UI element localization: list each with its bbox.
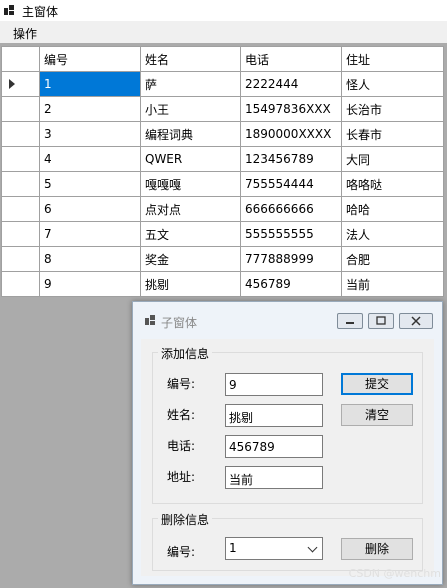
grid-cell-name[interactable]: 挑剔 [140, 271, 241, 297]
maximize-icon [376, 316, 386, 325]
grid-header-row: 编号 姓名 电话 住址 [1, 46, 444, 72]
grid-cell-id[interactable]: 1 [39, 71, 141, 97]
close-button[interactable] [399, 313, 433, 329]
add-phone-label: 电话: [167, 439, 196, 453]
add-info-group: 添加信息 编号: 9 姓名: 挑剔 电话: 456789 地址: 当前 提交 清… [152, 345, 423, 504]
add-address-label: 地址: [167, 470, 196, 484]
grid-cell-phone[interactable]: 2222444 [240, 71, 342, 97]
minimize-icon [346, 322, 354, 324]
table-row[interactable]: 8 奖金 777888999 合肥 [1, 246, 444, 272]
grid-cell-phone[interactable]: 123456789 [240, 146, 342, 172]
app-icon [4, 5, 14, 15]
grid-cell-name[interactable]: 萨 [140, 71, 241, 97]
data-grid[interactable]: 编号 姓名 电话 住址 1 萨 2222444 怪人 2 小王 15497836… [1, 46, 444, 297]
grid-cell-id[interactable]: 4 [39, 146, 141, 172]
row-header[interactable] [1, 121, 40, 147]
menu-item-operations[interactable]: 操作 [9, 25, 41, 42]
grid-cell-name[interactable]: 编程词典 [140, 121, 241, 147]
row-header[interactable] [1, 196, 40, 222]
grid-cell-id[interactable]: 9 [39, 271, 141, 297]
watermark: CSDN @wenchm [348, 567, 441, 580]
grid-cell-id[interactable]: 2 [39, 96, 141, 122]
grid-cell-address[interactable]: 大同 [341, 146, 444, 172]
grid-cell-id[interactable]: 3 [39, 121, 141, 147]
grid-cell-name[interactable]: 五文 [140, 221, 241, 247]
main-window-title: 主窗体 [22, 5, 59, 19]
minimize-button[interactable] [337, 313, 363, 329]
menu-bar: 操作 [0, 21, 447, 43]
table-row[interactable]: 2 小王 15497836XXX 长治市 [1, 96, 444, 122]
row-header[interactable] [1, 246, 40, 272]
column-header-phone[interactable]: 电话 [240, 46, 342, 72]
row-header[interactable] [1, 221, 40, 247]
column-header-name[interactable]: 姓名 [140, 46, 241, 72]
current-row-arrow-icon [9, 79, 15, 89]
add-phone-input[interactable]: 456789 [225, 435, 323, 458]
grid-cell-phone[interactable]: 755554444 [240, 171, 342, 197]
grid-cell-phone[interactable]: 1890000XXXX [240, 121, 342, 147]
sub-window-icon [145, 315, 155, 325]
add-name-input[interactable]: 挑剔 [225, 404, 323, 427]
chevron-down-icon [307, 542, 318, 553]
sub-window-title: 子窗体 [161, 316, 198, 330]
add-name-label: 姓名: [167, 408, 196, 422]
sub-window-body: 添加信息 编号: 9 姓名: 挑剔 电话: 456789 地址: 当前 提交 清… [141, 339, 434, 576]
sub-window-title-bar[interactable]: 子窗体 [133, 302, 442, 338]
table-row[interactable]: 9 挑剔 456789 当前 [1, 271, 444, 297]
delete-info-group: 删除信息 编号: 1 删除 [152, 511, 423, 571]
grid-cell-phone[interactable]: 555555555 [240, 221, 342, 247]
table-row[interactable]: 3 编程词典 1890000XXXX 长春市 [1, 121, 444, 147]
maximize-button[interactable] [368, 313, 394, 329]
row-header[interactable] [1, 271, 40, 297]
delete-id-select[interactable]: 1 [225, 537, 323, 560]
row-header[interactable] [1, 171, 40, 197]
grid-cell-address[interactable]: 长治市 [341, 96, 444, 122]
submit-button[interactable]: 提交 [341, 373, 413, 395]
row-header[interactable] [1, 71, 40, 97]
grid-cell-phone[interactable]: 777888999 [240, 246, 342, 272]
table-row[interactable]: 7 五文 555555555 法人 [1, 221, 444, 247]
grid-cell-id[interactable]: 5 [39, 171, 141, 197]
grid-cell-address[interactable]: 怪人 [341, 71, 444, 97]
row-header[interactable] [1, 146, 40, 172]
add-id-input[interactable]: 9 [225, 373, 323, 396]
grid-cell-address[interactable]: 当前 [341, 271, 444, 297]
clear-button[interactable]: 清空 [341, 404, 413, 426]
grid-cell-address[interactable]: 哈哈 [341, 196, 444, 222]
column-header-id[interactable]: 编号 [39, 46, 141, 72]
grid-cell-address[interactable]: 合肥 [341, 246, 444, 272]
add-id-label: 编号: [167, 377, 196, 391]
grid-cell-phone[interactable]: 15497836XXX [240, 96, 342, 122]
column-header-address[interactable]: 住址 [341, 46, 444, 72]
grid-cell-name[interactable]: 小王 [140, 96, 241, 122]
grid-cell-name[interactable]: QWER [140, 146, 241, 172]
delete-id-selected-value: 1 [229, 541, 237, 555]
grid-cell-address[interactable]: 咯咯哒 [341, 171, 444, 197]
sub-window: 子窗体 添加信息 编号: 9 姓名: 挑剔 电话: 456789 地址: 当前 … [132, 301, 443, 585]
table-row[interactable]: 5 嘎嘎嘎 755554444 咯咯哒 [1, 171, 444, 197]
add-address-input[interactable]: 当前 [225, 466, 323, 489]
grid-cell-phone[interactable]: 666666666 [240, 196, 342, 222]
delete-button[interactable]: 删除 [341, 538, 413, 560]
grid-cell-id[interactable]: 8 [39, 246, 141, 272]
grid-body: 1 萨 2222444 怪人 2 小王 15497836XXX 长治市 3 编程… [1, 71, 444, 297]
main-title-bar: 主窗体 [0, 0, 447, 21]
grid-cell-name[interactable]: 点对点 [140, 196, 241, 222]
close-icon [411, 316, 421, 326]
delete-info-group-label: 删除信息 [158, 511, 213, 528]
grid-cell-name[interactable]: 奖金 [140, 246, 241, 272]
table-row[interactable]: 6 点对点 666666666 哈哈 [1, 196, 444, 222]
grid-cell-id[interactable]: 6 [39, 196, 141, 222]
grid-cell-phone[interactable]: 456789 [240, 271, 342, 297]
delete-id-label: 编号: [167, 545, 196, 559]
grid-cell-id[interactable]: 7 [39, 221, 141, 247]
add-info-group-label: 添加信息 [158, 345, 213, 362]
row-header[interactable] [1, 96, 40, 122]
grid-cell-address[interactable]: 法人 [341, 221, 444, 247]
grid-cell-address[interactable]: 长春市 [341, 121, 444, 147]
grid-corner-header[interactable] [1, 46, 40, 72]
table-row[interactable]: 4 QWER 123456789 大同 [1, 146, 444, 172]
grid-cell-name[interactable]: 嘎嘎嘎 [140, 171, 241, 197]
table-row[interactable]: 1 萨 2222444 怪人 [1, 71, 444, 97]
